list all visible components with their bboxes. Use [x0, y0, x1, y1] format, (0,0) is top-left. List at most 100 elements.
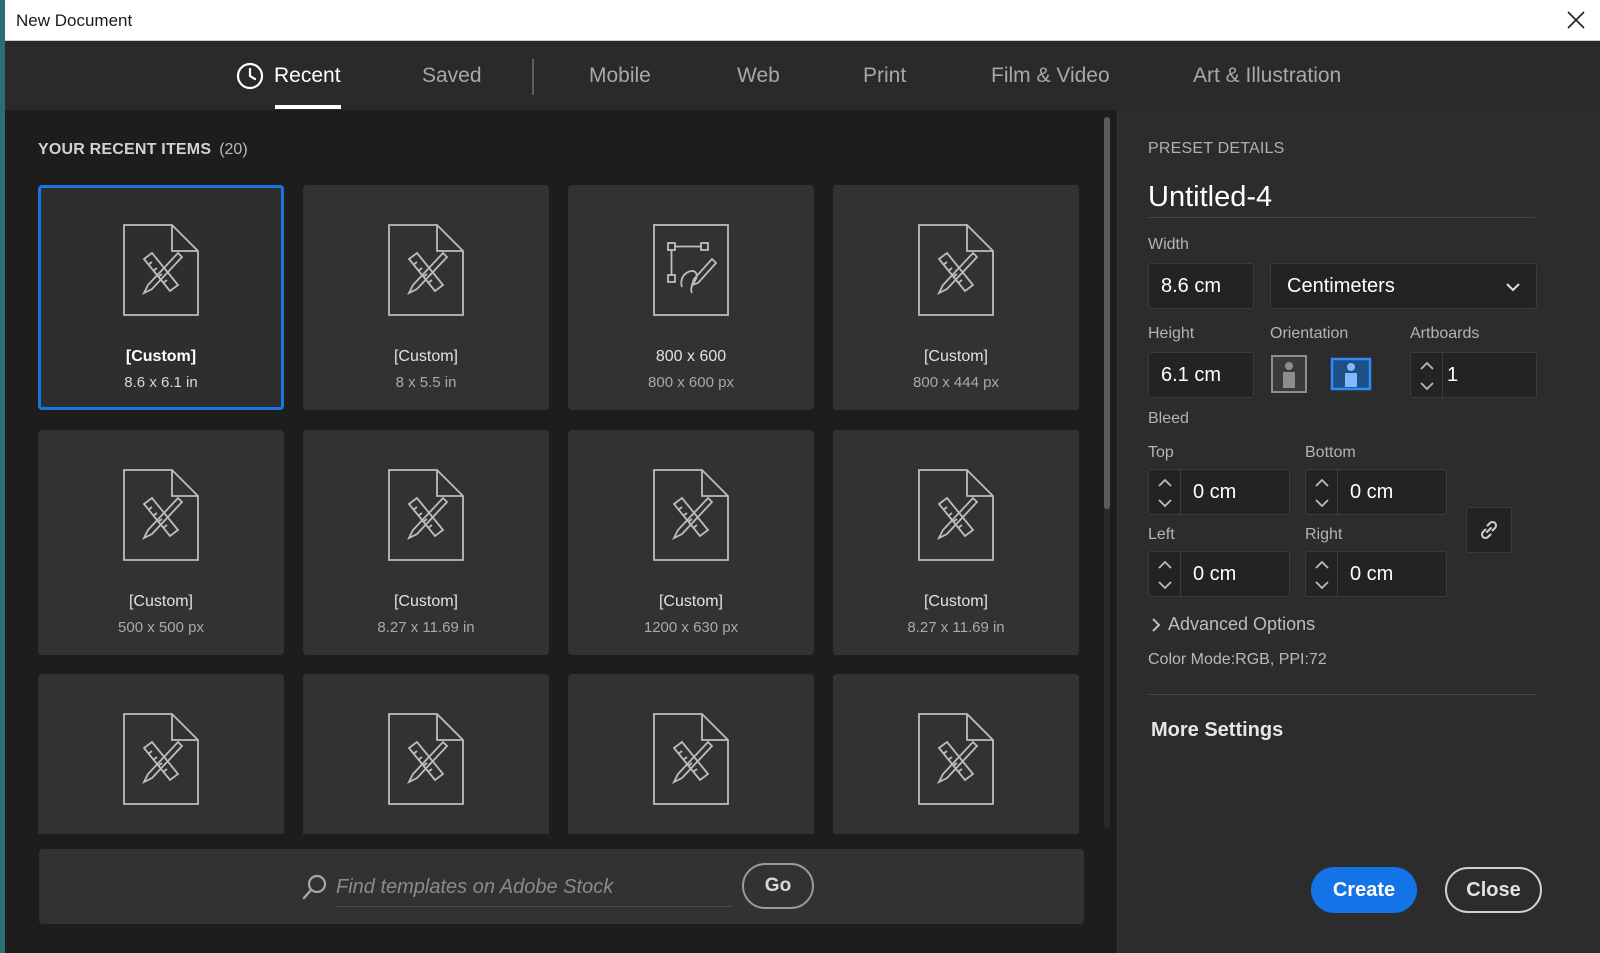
- item-name: [Custom]: [923, 348, 988, 365]
- tab-web[interactable]: Web: [737, 41, 780, 110]
- width-input[interactable]: [1148, 263, 1254, 309]
- artboards-spinner: [1410, 352, 1537, 399]
- portrait-orientation-icon[interactable]: [1270, 354, 1308, 394]
- decrement-icon[interactable]: [1314, 579, 1330, 591]
- width-label: Width: [1148, 236, 1189, 253]
- preset-details-panel: PRESET DETAILS Width Centimeters Height …: [1117, 110, 1600, 953]
- recent-item-card[interactable]: [Custom] 8.27 x 11.69 in: [303, 430, 549, 655]
- tab-label: Mobile: [589, 63, 651, 87]
- close-button[interactable]: Close: [1445, 867, 1542, 913]
- document-pen-path-icon: [653, 224, 729, 316]
- recent-item-card[interactable]: [Custom] 8.6 x 6.1 in: [38, 185, 284, 410]
- active-tab-indicator: [275, 105, 341, 109]
- tab-print[interactable]: Print: [863, 41, 906, 110]
- bleed-label: Bleed: [1148, 410, 1189, 427]
- close-icon[interactable]: [1564, 8, 1588, 32]
- increment-icon[interactable]: [1157, 477, 1173, 489]
- item-dimensions: 1200 x 630 px: [643, 619, 739, 636]
- tab-recent[interactable]: Recent: [236, 41, 341, 110]
- recent-item-card[interactable]: [833, 674, 1079, 834]
- recent-item-card[interactable]: [Custom] 500 x 500 px: [38, 430, 284, 655]
- recent-item-card[interactable]: [568, 674, 814, 834]
- item-dimensions: 8 x 5.5 in: [395, 374, 457, 391]
- decrement-icon[interactable]: [1419, 380, 1435, 392]
- tab-label: Saved: [422, 63, 482, 87]
- recent-item-card[interactable]: [38, 674, 284, 834]
- increment-icon[interactable]: [1314, 477, 1330, 489]
- chevron-down-icon: [1506, 283, 1520, 292]
- search-icon: [302, 874, 327, 900]
- recent-item-card[interactable]: [Custom] 1200 x 630 px: [568, 430, 814, 655]
- divider: [1148, 694, 1537, 695]
- recent-items-scrollbar[interactable]: [1104, 117, 1110, 829]
- chevron-right-icon: [1152, 617, 1161, 632]
- decrement-icon[interactable]: [1157, 579, 1173, 591]
- window-title: New Document: [16, 11, 133, 30]
- document-ruler-pencil-icon: [653, 469, 729, 561]
- color-mode-summary: Color Mode:RGB, PPI:72: [1148, 651, 1327, 668]
- recent-item-card[interactable]: [Custom] 8 x 5.5 in: [303, 185, 549, 410]
- increment-icon[interactable]: [1157, 559, 1173, 571]
- category-tabs: Recent Saved Mobile Web Print Film & Vid…: [5, 41, 1600, 110]
- bleed-top-spinner: [1148, 469, 1290, 516]
- document-ruler-pencil-icon: [918, 469, 994, 561]
- bleed-right-input[interactable]: [1350, 552, 1440, 596]
- decrement-icon[interactable]: [1314, 497, 1330, 509]
- advanced-options-toggle[interactable]: Advanced Options: [1150, 614, 1315, 635]
- artboards-label: Artboards: [1410, 325, 1480, 342]
- go-button[interactable]: Go: [742, 863, 814, 909]
- preset-details-header: PRESET DETAILS: [1148, 140, 1285, 157]
- item-dimensions: 500 x 500 px: [118, 619, 204, 636]
- recent-items-grid: [Custom] 8.6 x 6.1 in [Custom] 8 x 5.5 i…: [38, 185, 1088, 834]
- bleed-right-spinner: [1305, 551, 1447, 598]
- tab-label: Recent: [274, 63, 341, 87]
- increment-icon[interactable]: [1314, 559, 1330, 571]
- recent-item-card[interactable]: 800 x 600 800 x 600 px: [568, 185, 814, 410]
- bleed-top-label: Top: [1148, 444, 1174, 461]
- bleed-right-stepper: [1306, 552, 1338, 598]
- item-name: [Custom]: [393, 348, 458, 365]
- tab-art-illustration[interactable]: Art & Illustration: [1193, 41, 1341, 110]
- bleed-left-label: Left: [1148, 526, 1175, 543]
- bleed-top-stepper: [1149, 470, 1181, 516]
- clock-icon: [236, 62, 264, 89]
- decrement-icon[interactable]: [1157, 497, 1173, 509]
- height-input[interactable]: [1148, 352, 1254, 398]
- bleed-left-input[interactable]: [1193, 552, 1283, 596]
- landscape-orientation-icon[interactable]: [1330, 354, 1372, 394]
- document-ruler-pencil-icon: [123, 713, 199, 805]
- tab-mobile[interactable]: Mobile: [589, 41, 651, 110]
- document-ruler-pencil-icon: [388, 713, 464, 805]
- document-ruler-pencil-icon: [123, 469, 199, 561]
- bleed-top-input[interactable]: [1193, 470, 1283, 514]
- create-button[interactable]: Create: [1311, 867, 1417, 913]
- artboards-input[interactable]: [1447, 353, 1537, 397]
- bleed-bottom-input[interactable]: [1350, 470, 1440, 514]
- tab-film-video[interactable]: Film & Video: [991, 41, 1110, 110]
- recent-item-card[interactable]: [Custom] 800 x 444 px: [833, 185, 1079, 410]
- item-name: [Custom]: [128, 593, 193, 610]
- more-settings-link[interactable]: More Settings: [1151, 719, 1283, 742]
- recent-items-header: YOUR RECENT ITEMS (20): [38, 141, 248, 159]
- bleed-left-stepper: [1149, 552, 1181, 598]
- item-name: [Custom]: [393, 593, 458, 610]
- link-bleed-button[interactable]: [1466, 507, 1512, 553]
- orientation-label: Orientation: [1270, 325, 1349, 342]
- bleed-left-spinner: [1148, 551, 1290, 598]
- bleed-bottom-label: Bottom: [1305, 444, 1356, 461]
- document-name-input[interactable]: [1148, 178, 1535, 218]
- recent-item-card[interactable]: [Custom] 8.27 x 11.69 in: [833, 430, 1079, 655]
- tab-saved[interactable]: Saved: [422, 41, 482, 110]
- document-ruler-pencil-icon: [388, 224, 464, 316]
- stock-search-input[interactable]: [336, 869, 732, 907]
- increment-icon[interactable]: [1419, 360, 1435, 372]
- item-name: [Custom]: [658, 593, 723, 610]
- recent-item-card[interactable]: [303, 674, 549, 834]
- link-icon: [1480, 520, 1498, 540]
- item-name: 800 x 600: [655, 348, 727, 365]
- recent-items-count: (20): [219, 141, 248, 158]
- units-dropdown[interactable]: Centimeters: [1270, 263, 1537, 309]
- scrollbar-thumb[interactable]: [1104, 117, 1110, 509]
- document-ruler-pencil-icon: [123, 224, 199, 316]
- bleed-right-label: Right: [1305, 526, 1343, 543]
